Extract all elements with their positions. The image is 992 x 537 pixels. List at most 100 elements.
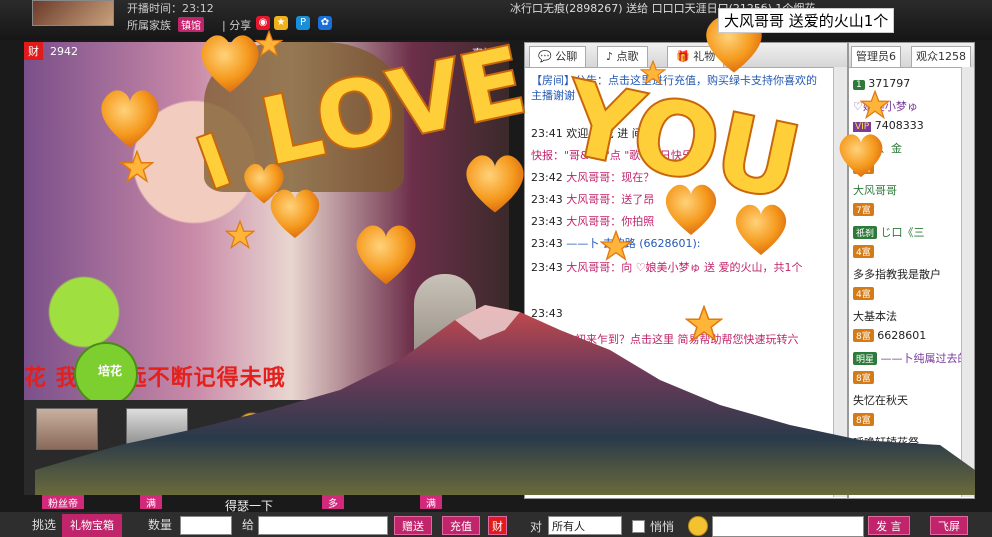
user-name: 371797 <box>868 77 911 90</box>
user-list-item[interactable]: "口佛、金 <box>853 140 902 156</box>
tab-song-request[interactable]: ♪ 点歌 <box>597 46 648 67</box>
family-badge[interactable]: 镇馆 <box>178 17 204 32</box>
fly-screen-button[interactable]: 飞屏 <box>930 516 968 535</box>
user-list-item[interactable]: ♡娘美小梦ゅ <box>853 98 918 114</box>
user-list-item[interactable]: 7富 <box>853 161 874 174</box>
user-list-item[interactable]: 失忆在秋天 <box>853 392 908 408</box>
user-list-item[interactable]: 祇刹 じ口《三 <box>853 224 925 240</box>
chat-tabs: 💬 公聊 ♪ 点歌 🎁 礼物 <box>525 43 847 68</box>
user-name: 失忆在秋天 <box>853 394 908 407</box>
video-stream[interactable]: 财 2942 直播 花 我们永远不断记得未哦 培花 <box>24 42 509 447</box>
user-level-badge: 8富 <box>853 455 874 468</box>
chat-announcement[interactable]: 【房间】公告：点击这里进行充值，购买绿卡支持你喜欢的主播谢谢 <box>531 73 826 103</box>
tab-label: 礼物 <box>693 50 716 63</box>
user-level-badge: 7富 <box>853 161 874 174</box>
cultivate-label[interactable]: 培花 <box>98 362 122 379</box>
user-name: ——卜纯属过去的 <box>880 352 969 365</box>
host-avatar[interactable] <box>32 0 114 26</box>
gift-tag[interactable]: 满 <box>420 495 442 510</box>
user-list-scrollbar[interactable] <box>961 67 974 497</box>
send-button[interactable]: 发 言 <box>868 516 910 535</box>
user-name: 7408333 <box>874 119 924 132</box>
chat-line: 23:43 大风哥哥：向 ♡娘美小梦ゅ 送 爱的火山，共1个 <box>531 257 821 279</box>
pick-label: 挑选 <box>32 518 57 532</box>
chat-time: 23:43 <box>531 261 563 274</box>
cat-image <box>414 274 476 374</box>
gift-box-tab[interactable]: 礼物宝箱 <box>62 514 122 537</box>
gift-thumb[interactable] <box>232 408 272 448</box>
chat-line: 23:43 ——卜 去的路 (6628601): <box>531 235 700 251</box>
user-list-item[interactable]: 呼唤轩辕花祭 <box>853 434 919 450</box>
user-list-item[interactable]: 7富 <box>853 203 874 216</box>
gift-tag[interactable]: 粉丝帝 <box>42 495 84 510</box>
chat-line: 23:43 大风哥哥：送了昂 <box>531 191 654 207</box>
gift-icon: 🎁 <box>676 50 694 63</box>
chat-line[interactable]: 【快报】初来乍到？点击这里 简易帮助帮您快速玩转六 <box>531 331 799 347</box>
gift-announcement: 大风哥哥 送爱的火山1个 <box>718 8 895 33</box>
chat-text: 大风哥哥：向 ♡娘美小梦ゅ 送 爱的火山，共1个 <box>566 261 803 274</box>
give-gift-button[interactable]: 赠送 <box>394 516 432 535</box>
tab-admins[interactable]: 管理员6 <box>851 46 901 67</box>
chat-panel: 💬 公聊 ♪ 点歌 🎁 礼物 【房间】公告：点击这里进行充值，购买绿卡支持你喜欢… <box>524 42 848 499</box>
user-list-item[interactable]: 4富 <box>853 245 874 258</box>
user-name: じ口《三 <box>880 226 925 239</box>
user-list-item[interactable]: 多多指教我是散户 <box>853 266 941 282</box>
tab-gifts[interactable]: 🎁 礼物 <box>667 46 725 67</box>
tab-audience[interactable]: 观众1258 <box>911 46 971 67</box>
gift-thumb[interactable] <box>126 408 188 450</box>
gift-tag[interactable]: 多 <box>322 495 344 510</box>
chat-line: 23:41 欢迎 手挖 进 间 <box>531 125 643 141</box>
chat-message-input[interactable] <box>712 516 864 537</box>
to-user-label: 给 <box>242 518 255 532</box>
user-list-item[interactable]: 明星 ——卜纯属过去的 <box>853 350 969 366</box>
share-label: | 分享 <box>222 19 252 32</box>
chat-text: 【房间】公告：点击这里进行充值，购买绿卡支持你喜欢的主播谢谢 <box>531 74 817 102</box>
user-list-item[interactable]: 8富 6628601 <box>853 329 926 342</box>
chat-text: 欢迎 手挖 进 间 <box>566 127 643 140</box>
user-list-item[interactable]: 8富 <box>853 371 874 384</box>
chat-scrollbar[interactable] <box>833 67 847 497</box>
weibo-icon[interactable]: ◉ <box>256 16 270 30</box>
qzone-icon[interactable]: ★ <box>274 16 288 30</box>
user-list-item[interactable]: 大基本法 <box>853 308 897 324</box>
user-name: 大风哥哥 <box>853 184 897 197</box>
chat-time: 23:43 <box>531 307 563 320</box>
chat-line: 23:43 <box>531 307 563 320</box>
gift-thumb[interactable] <box>36 408 98 450</box>
fan-badge: 财 <box>24 42 43 60</box>
user-name: 多多指教我是散户 <box>853 268 941 281</box>
user-list-item[interactable]: 8富 <box>853 413 874 426</box>
chat-line: 快报："哥&"调"点 "歌 "生日快乐" <box>531 147 698 163</box>
gift-tag[interactable]: 满 <box>140 495 162 510</box>
recipient-input[interactable] <box>258 516 388 535</box>
chat-bubble-icon: 💬 <box>538 50 556 63</box>
wealth-badge: 财 <box>488 516 507 535</box>
pengyou-icon[interactable]: P <box>296 16 310 30</box>
user-level-badge: 8富 <box>853 413 874 426</box>
tab-public-chat[interactable]: 💬 公聊 <box>529 46 587 67</box>
music-icon: ♪ <box>606 50 617 63</box>
chat-line: 23:42 大风哥哥：现在？ <box>531 169 654 185</box>
renren-icon[interactable]: ✿ <box>318 16 332 30</box>
whisper-checkbox[interactable] <box>632 520 645 533</box>
chat-text: 大风哥哥：送了昂 <box>566 193 655 206</box>
quantity-input[interactable] <box>180 516 232 535</box>
recharge-button[interactable]: 充值 <box>442 516 480 535</box>
user-level-badge: 8富 <box>853 371 874 384</box>
user-list-item[interactable]: VIP 7408333 <box>853 119 924 132</box>
user-list-item[interactable]: 1 371797 <box>853 77 910 90</box>
user-level-badge: 8富 <box>853 329 874 342</box>
user-level-badge: 明星 <box>853 352 878 365</box>
emoji-icon[interactable] <box>688 516 708 536</box>
user-level-badge: 祇刹 <box>853 226 878 239</box>
user-name: 大基本法 <box>853 310 897 323</box>
user-list-panel: 管理员6 观众1258 1 371797 ♡娘美小梦ゅ VIP 7408333 "口佛… <box>848 42 975 499</box>
user-list-item[interactable]: 大风哥哥 <box>853 182 897 198</box>
user-list-item[interactable]: 4富 <box>853 287 874 300</box>
user-level-badge: 7富 <box>853 203 874 216</box>
user-list-item[interactable]: 8富 <box>853 455 874 468</box>
family-label: 所属家族 <box>127 19 171 32</box>
chat-text: 【快报】初来乍到？点击这里 简易帮助帮您快速玩转六 <box>531 333 799 346</box>
chat-target-select[interactable]: 所有人 <box>548 516 622 535</box>
user-level-badge: 4富 <box>853 245 874 258</box>
